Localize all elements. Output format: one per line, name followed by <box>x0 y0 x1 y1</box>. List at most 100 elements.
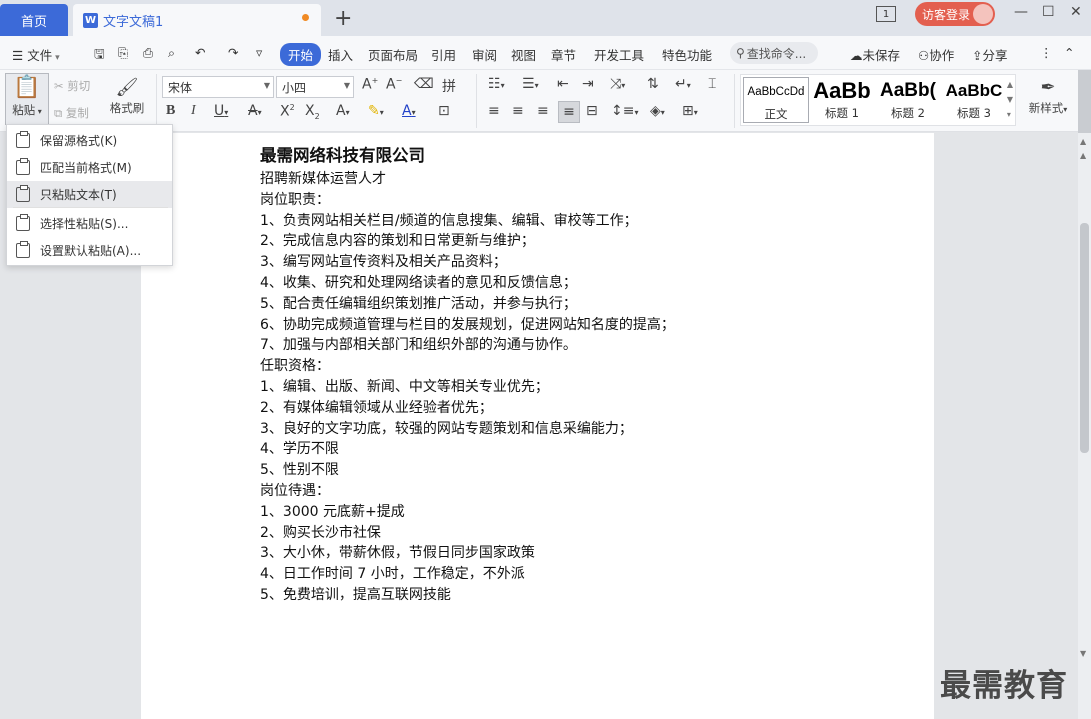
hamburger-icon: ☰ <box>12 48 28 63</box>
numbered-list-icon[interactable]: ☰▾ <box>522 76 539 92</box>
scissors-icon: ✂ <box>54 79 68 93</box>
align-left-icon[interactable]: ≡ <box>488 103 500 119</box>
scroll-down-icon[interactable]: ▼ <box>1080 649 1086 658</box>
save-icon[interactable]: 🖫 <box>94 45 105 66</box>
tab-chapter[interactable]: 章节 <box>551 45 576 64</box>
text-effect-icon[interactable]: A▾ <box>336 103 350 119</box>
subscript-icon[interactable]: X2 <box>305 103 320 121</box>
unsaved-dot-icon <box>302 14 309 21</box>
decrease-font-icon[interactable]: A− <box>386 76 402 93</box>
character-border-icon[interactable]: ⊡ <box>438 103 450 119</box>
text-direction-icon[interactable]: ⤨▾ <box>610 76 625 92</box>
file-menu[interactable]: ☰ 文件 ▾ <box>12 45 60 64</box>
align-right-icon[interactable]: ≡ <box>537 103 549 119</box>
scroll-up-icon[interactable]: ▲ <box>1080 137 1086 146</box>
style-scroll-icon[interactable]: ▲ ▼ ▾ <box>1007 77 1013 122</box>
line-spacing-icon[interactable]: ↕≡▾ <box>611 103 638 119</box>
style-heading-2[interactable]: AaBb( 标题 2 <box>875 77 941 123</box>
bold-icon[interactable]: B <box>166 103 175 119</box>
align-center-icon[interactable]: ≡ <box>512 103 524 119</box>
decrease-indent-icon[interactable]: ⇤ <box>557 76 569 92</box>
share-button[interactable]: ⇪分享 <box>972 45 1008 64</box>
style-preview: AaBbCcDd <box>747 86 805 98</box>
paste-button[interactable]: 📋 粘贴 ▾ <box>5 73 49 125</box>
tab-page-layout[interactable]: 页面布局 <box>368 45 418 64</box>
bullet-list-icon[interactable]: ☷▾ <box>488 76 505 92</box>
menu-item-label: 只粘贴文本(T) <box>40 188 117 202</box>
unsaved-button[interactable]: ☁未保存 <box>850 45 900 64</box>
sort-icon[interactable]: ⇅ <box>647 76 659 92</box>
vertical-scrollbar[interactable]: ▲ ▲ ▼ <box>1078 133 1091 719</box>
increase-indent-icon[interactable]: ⇥ <box>582 76 594 92</box>
format-painter-button[interactable]: 🖌 格式刷 <box>106 76 148 116</box>
style-normal[interactable]: AaBbCcDd 正文 <box>743 77 809 123</box>
font-color-icon[interactable]: A▾ <box>402 103 416 119</box>
print-icon[interactable]: ⎙ <box>143 45 153 61</box>
window-count-icon[interactable]: 1 <box>876 6 896 22</box>
paste-keep-source[interactable]: 保留源格式(K) <box>7 127 172 154</box>
chevron-down-icon: ▾ <box>52 53 60 63</box>
distributed-align-icon[interactable]: ⊟ <box>586 103 598 119</box>
clear-format-icon[interactable]: ⌫ <box>414 76 434 92</box>
justify-icon[interactable]: ≡ <box>558 101 580 123</box>
underline-icon[interactable]: U▾ <box>214 103 228 119</box>
style-label: 正文 <box>764 107 788 121</box>
new-tab-button[interactable]: + <box>334 6 352 32</box>
style-heading-1[interactable]: AaBb 标题 1 <box>809 77 875 123</box>
unsaved-label: 未保存 <box>862 48 901 63</box>
customize-toolbar-icon[interactable]: ▿ <box>256 45 262 60</box>
show-marks-icon[interactable]: ↵▾ <box>675 76 691 92</box>
tab-reference[interactable]: 引用 <box>431 45 456 64</box>
cut-label: 剪切 <box>67 79 91 93</box>
scroll-up-icon[interactable]: ▲ <box>1080 151 1086 160</box>
strikethrough-icon[interactable]: A▾ <box>248 103 262 119</box>
paste-text-only[interactable]: 只粘贴文本(T) <box>7 181 172 208</box>
table-tab-icon[interactable]: ⌶ <box>708 76 716 92</box>
document-page[interactable]: 最需网络科技有限公司 招聘新媒体运营人才 岗位职责： 1、负责网站相关栏目/频道的信… <box>141 133 934 719</box>
superscript-icon[interactable]: X2 <box>280 103 295 120</box>
redo-icon[interactable]: ↷ <box>228 45 238 60</box>
tab-review[interactable]: 审阅 <box>472 45 497 64</box>
shading-icon[interactable]: ◈▾ <box>650 103 665 119</box>
paste-match-format[interactable]: 匹配当前格式(M) <box>7 154 172 181</box>
maximize-button[interactable]: ☐ <box>1042 4 1055 20</box>
borders-icon[interactable]: ⊞▾ <box>682 103 698 119</box>
tab-features[interactable]: 特色功能 <box>662 45 712 64</box>
cut-button[interactable]: ✂ 剪切 <box>54 78 90 94</box>
undo-icon[interactable]: ↶ <box>195 45 205 60</box>
paste-set-default[interactable]: 设置默认粘贴(A)... <box>7 237 172 264</box>
collapse-ribbon-icon[interactable]: ⌃ <box>1064 45 1074 60</box>
style-heading-3[interactable]: AaBbC 标题 3 <box>941 77 1007 123</box>
more-options-icon[interactable]: ⋮ <box>1040 45 1053 60</box>
collaborate-button[interactable]: ⚇协作 <box>918 45 954 64</box>
print-preview-icon[interactable]: ⌕ <box>168 45 175 61</box>
search-command-box[interactable]: ⚲ 查找命令... <box>730 42 818 64</box>
tab-view[interactable]: 视图 <box>511 45 536 64</box>
style-preview: AaBbC <box>945 81 1003 100</box>
tab-start[interactable]: 开始 <box>280 43 322 66</box>
tab-insert[interactable]: 插入 <box>328 45 353 64</box>
close-button[interactable]: ✕ <box>1070 4 1082 20</box>
export-pdf-icon[interactable]: ⎘ <box>118 45 128 61</box>
document-line: 5、性别不限 <box>260 462 339 479</box>
increase-font-icon[interactable]: A+ <box>362 76 378 93</box>
font-name-select[interactable]: 宋体 ▼ <box>162 76 274 98</box>
menu-bar: ☰ 文件 ▾ 🖫 ⎘ ⎙ ⌕ ↶ ↷ ▿ 开始 插入 页面布局 引用 审阅 视图… <box>0 36 1091 70</box>
italic-icon[interactable]: I <box>191 103 196 119</box>
pen-icon: ✒ <box>1040 77 1056 98</box>
tab-document[interactable]: W 文字文稿1 <box>73 4 321 36</box>
menu-divider <box>13 207 168 208</box>
font-size-select[interactable]: 小四 ▼ <box>276 76 354 98</box>
document-line: 7、加强与内部相关部门和组织外部的沟通与协作。 <box>260 337 577 354</box>
visitor-login-button[interactable]: 访客登录 <box>915 2 995 26</box>
phonetic-guide-icon[interactable]: 拼 <box>442 76 456 96</box>
highlight-icon[interactable]: ✎▾ <box>368 103 384 119</box>
tab-developer[interactable]: 开发工具 <box>594 45 644 64</box>
scrollbar-thumb[interactable] <box>1080 223 1089 453</box>
paste-special[interactable]: 选择性粘贴(S)... <box>7 210 172 237</box>
new-style-button[interactable]: ✒ 新样式▾ <box>1024 76 1072 116</box>
copy-button[interactable]: ⧉ 复制 <box>54 105 89 121</box>
document-body[interactable]: 最需网络科技有限公司 招聘新媒体运营人才 岗位职责： 1、负责网站相关栏目/频道的信… <box>260 143 820 606</box>
tab-home[interactable]: 首页 <box>0 4 68 36</box>
minimize-button[interactable]: — <box>1014 4 1028 20</box>
